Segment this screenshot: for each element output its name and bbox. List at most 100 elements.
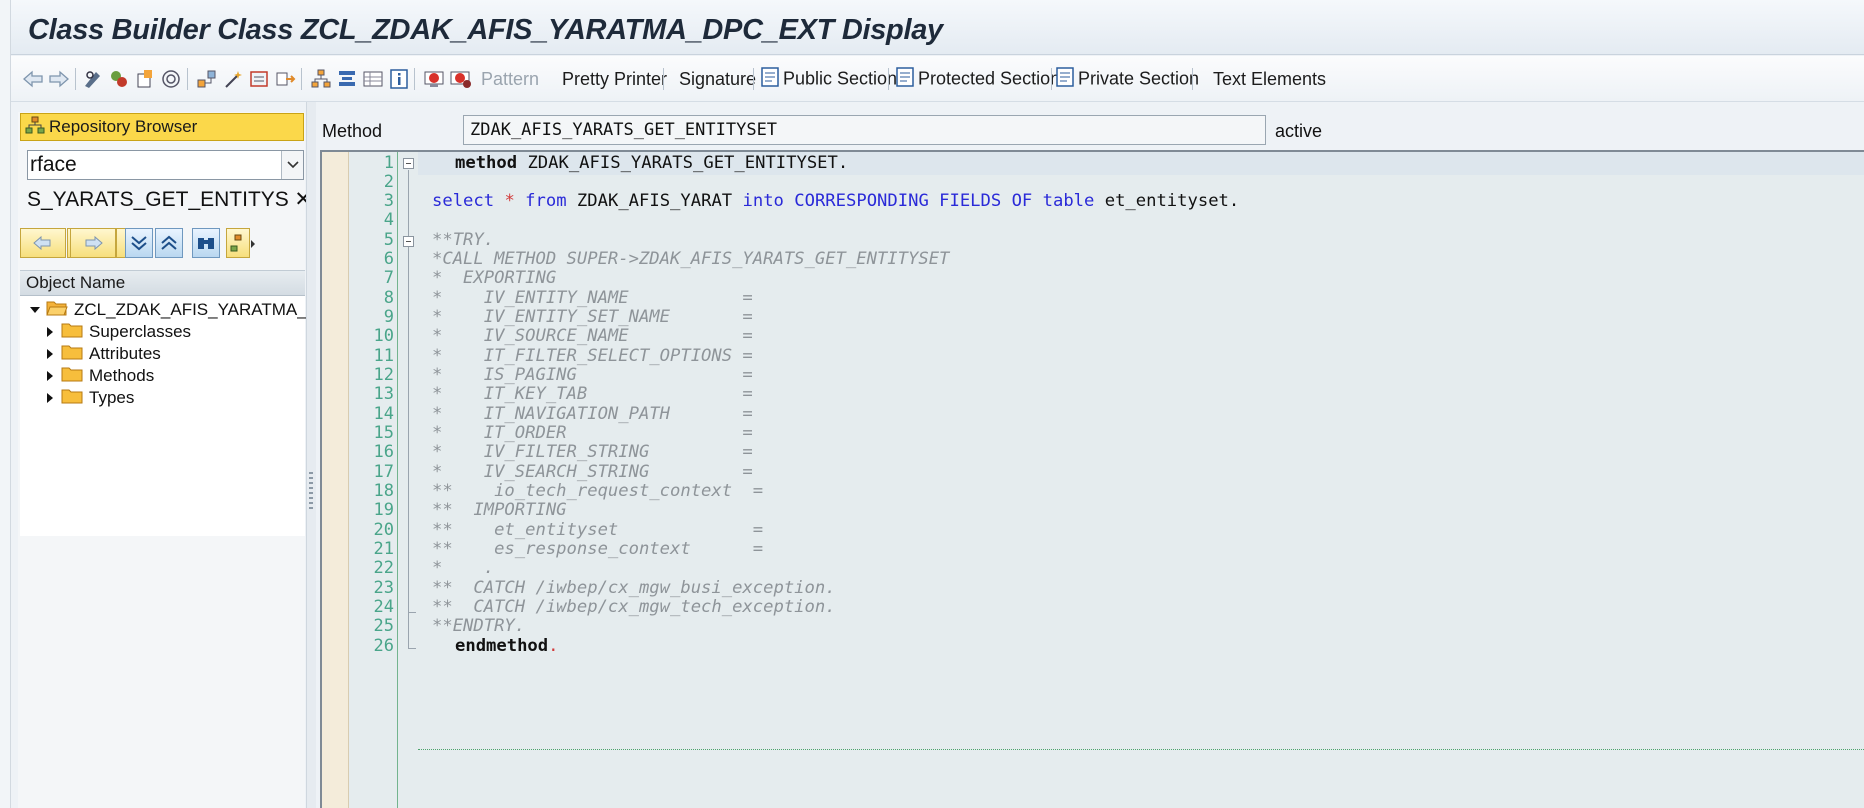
external-breakpoint-icon[interactable] [447, 62, 475, 96]
method-header: Method ZDAK_AFIS_YARATS_GET_ENTITYSET ac… [318, 112, 1864, 148]
toolbar-separator [301, 68, 302, 90]
end-of-code-line [418, 749, 1864, 750]
code-keyword: CORRESPONDING FIELDS OF [794, 191, 1033, 211]
window-title: Class Builder Class ZCL_ZDAK_AFIS_YARATM… [28, 14, 943, 46]
toolbar-separator [75, 68, 76, 90]
tree-node-root-label: ZCL_ZDAK_AFIS_YARATMA_ [74, 300, 307, 319]
signature-label: Signature [679, 68, 757, 89]
set-breakpoint-icon[interactable] [421, 62, 449, 96]
public-section-button[interactable]: Public Section [760, 62, 897, 96]
text-elements-button[interactable]: Text Elements [1213, 62, 1326, 96]
code-keyword: table [1042, 191, 1095, 211]
code-keyword: method [455, 153, 518, 173]
triangle-right-icon[interactable] [43, 369, 57, 383]
check-object-icon[interactable] [131, 62, 159, 96]
application-toolbar: Pattern Pretty Printer Signature Public … [11, 56, 1864, 102]
repository-browser-label: Repository Browser [49, 117, 198, 136]
expand-all-button[interactable] [125, 228, 153, 258]
object-name-column-header: Object Name [20, 270, 305, 296]
hierarchy-icon[interactable] [307, 62, 335, 96]
tree-node-methods[interactable]: Methods [43, 364, 154, 388]
code-operator: * [504, 191, 515, 211]
document-icon [1055, 66, 1075, 93]
chevron-right-icon[interactable] [250, 236, 256, 254]
find-button[interactable] [192, 228, 220, 258]
text-elements-label: Text Elements [1213, 68, 1327, 89]
tree-node-label: Types [89, 388, 135, 407]
repository-browser-button[interactable]: Repository Browser [20, 113, 304, 141]
tree-node-label: Superclasses [89, 322, 192, 341]
tree-node-label: Attributes [89, 344, 161, 363]
tree-node-root[interactable]: ZCL_ZDAK_AFIS_YARATMA_ [28, 298, 307, 322]
tree-node-types[interactable]: Types [43, 386, 134, 410]
title-bar: Class Builder Class ZCL_ZDAK_AFIS_YARATM… [11, 0, 1864, 55]
code-editor[interactable]: 1 method ZDAK_AFIS_YARATS_GET_ENTITYSET. … [320, 150, 1864, 808]
chevron-down-icon[interactable] [281, 151, 303, 179]
display-change-icon[interactable] [79, 62, 107, 96]
code-keyword: endmethod [455, 636, 549, 656]
folder-icon [61, 365, 83, 388]
document-icon [760, 66, 780, 93]
where-used-icon[interactable] [193, 62, 221, 96]
folder-icon [61, 343, 83, 366]
tree-node-attributes[interactable]: Attributes [43, 342, 161, 366]
code-keyword: into [742, 191, 784, 211]
active-inactive-icon[interactable] [105, 62, 133, 96]
code-text: et_entityset. [1094, 191, 1240, 211]
triangle-right-icon[interactable] [43, 347, 57, 361]
magic-wand-icon[interactable] [219, 62, 247, 96]
toolbar-separator [414, 68, 415, 90]
method-name-field[interactable]: ZDAK_AFIS_YARATS_GET_ENTITYSET [463, 115, 1266, 145]
triangle-right-icon[interactable] [43, 391, 57, 405]
code-keyword: select [432, 191, 495, 211]
protected-section-label: Protected Section [918, 67, 1061, 88]
open-folder-icon [46, 299, 68, 322]
pattern-button[interactable]: Pattern [481, 62, 539, 96]
panel-splitter[interactable] [306, 102, 316, 808]
object-list-icon[interactable] [245, 62, 273, 96]
navigation-icon[interactable] [271, 62, 299, 96]
object-tree: ZCL_ZDAK_AFIS_YARATMA_ Superclasses Attr… [20, 296, 307, 536]
repository-browser-icon [25, 116, 49, 139]
object-type-dropdown[interactable]: rface [27, 150, 304, 180]
document-icon [895, 66, 915, 93]
layout-icon[interactable] [359, 62, 387, 96]
toolbar-separator [187, 68, 188, 90]
folder-icon [61, 387, 83, 410]
private-section-button[interactable]: Private Section [1055, 62, 1199, 96]
previous-object-button[interactable] [20, 228, 66, 258]
triangle-down-icon[interactable] [28, 303, 42, 317]
back-arrow-icon[interactable] [19, 62, 47, 96]
splitter-grip[interactable] [309, 472, 313, 512]
navigation-button-row [20, 228, 310, 260]
toolbar-separator [753, 68, 754, 90]
toolbar-separator [663, 68, 664, 90]
object-name-field[interactable]: S_YARATS_GET_ENTITYS ✕ [27, 185, 317, 215]
next-object-button[interactable] [70, 228, 116, 258]
navigation-panel: Repository Browser rface S_YARATS_GET_EN… [18, 112, 312, 808]
public-section-label: Public Section [783, 67, 898, 88]
code-text: ZDAK_AFIS_YARATS_GET_ENTITYSET. [517, 153, 849, 173]
toolbar-separator [888, 68, 889, 90]
code-line[interactable]: 26 endmethod. [322, 635, 1864, 658]
code-keyword: from [525, 191, 567, 211]
line-number: 26 [373, 636, 394, 656]
toolbar-separator [1192, 68, 1193, 90]
pattern-button-label: Pattern [481, 68, 540, 89]
triangle-right-icon[interactable] [43, 325, 57, 339]
activate-icon[interactable] [157, 62, 185, 96]
collapse-all-button[interactable] [155, 228, 183, 258]
protected-section-button[interactable]: Protected Section [895, 62, 1060, 96]
window-left-edge [0, 0, 11, 808]
tree-node-superclasses[interactable]: Superclasses [43, 320, 191, 344]
structure-icon[interactable] [333, 62, 361, 96]
method-label: Method [322, 121, 383, 141]
hierarchy-button[interactable] [226, 228, 250, 258]
object-name-value: S_YARATS_GET_ENTITYS [27, 188, 289, 211]
info-icon[interactable] [385, 62, 413, 96]
tree-node-label: Methods [89, 366, 155, 385]
pretty-printer-button[interactable]: Pretty Printer [562, 62, 667, 96]
forward-arrow-icon[interactable] [45, 62, 73, 96]
code-operator: . [548, 636, 559, 656]
signature-button[interactable]: Signature [679, 62, 756, 96]
